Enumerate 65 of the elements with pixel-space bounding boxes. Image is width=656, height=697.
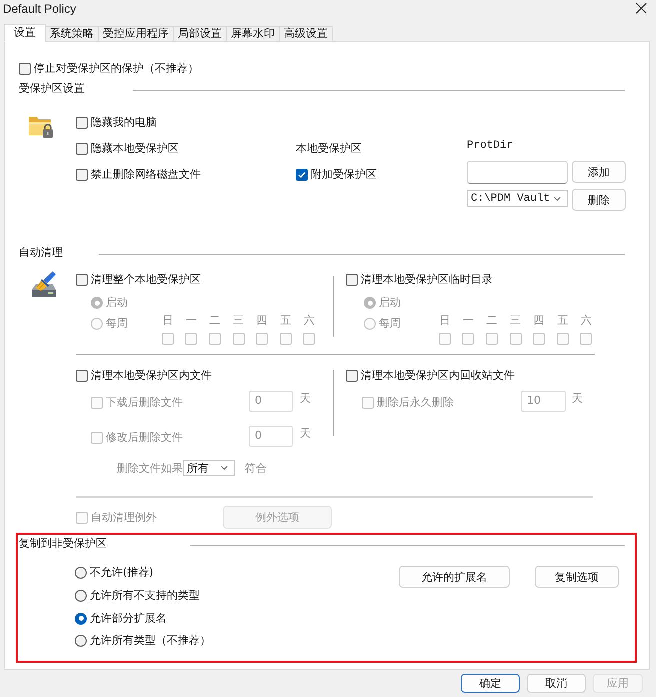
radio-label[interactable]: 允许所有类型（不推荐） [90, 634, 211, 648]
day-label: 四 [534, 314, 545, 328]
day-label: 日 [162, 314, 174, 328]
radio-button[interactable] [75, 635, 87, 648]
field-label: 本地受保护区 [296, 141, 362, 157]
checkbox-label[interactable]: 禁止删除网络磁盘文件 [91, 168, 201, 182]
radio-label[interactable]: 允许所有不支持的类型 [90, 588, 200, 603]
day-label: 五 [280, 314, 292, 328]
day-label: 三 [233, 314, 244, 328]
checkbox[interactable] [346, 274, 358, 286]
options-button[interactable]: 复制选项 [535, 566, 619, 588]
checkbox-label[interactable]: 附加受保护区 [311, 168, 377, 182]
unit-label: 天 [572, 392, 583, 406]
day-label: 四 [256, 314, 268, 328]
dialog-button[interactable]: 确定 [461, 674, 520, 693]
tab[interactable]: 设置 [4, 24, 46, 42]
extensions-button[interactable]: 允许的扩展名 [399, 566, 510, 588]
caret-icon [554, 196, 561, 200]
checkbox-label[interactable]: 清理整个本地受保护区 [91, 273, 201, 287]
checkbox[interactable] [76, 143, 88, 155]
caret-icon [221, 466, 228, 470]
condition-suffix: 符合 [245, 460, 267, 476]
delete-button[interactable]: 删除 [572, 189, 626, 211]
checkbox[interactable] [76, 169, 88, 181]
section-title: 受保护区设置 [19, 82, 86, 96]
checkbox[interactable] [76, 117, 88, 129]
close-icon[interactable] [636, 3, 647, 14]
text-field[interactable] [467, 161, 568, 184]
dropdown[interactable]: C:\PDM Vault [467, 190, 568, 207]
checkbox[interactable] [76, 274, 88, 286]
checkbox[interactable] [76, 370, 88, 382]
checkbox-label[interactable]: 隐藏本地受保护区 [91, 142, 179, 156]
field-label: ProtDir [467, 139, 514, 153]
radio-label[interactable]: 允许部分扩展名 [90, 612, 167, 626]
day-label: 五 [557, 314, 568, 328]
radio-label[interactable]: 不允许(推荐) [90, 566, 154, 580]
radio-button[interactable] [75, 612, 87, 625]
checkbox-label[interactable]: 清理本地受保护区内文件 [91, 369, 212, 383]
checkbox-label[interactable]: 隐藏我的电脑 [91, 116, 157, 130]
condition-label: 删除文件如果 [117, 460, 183, 476]
unit-label: 天 [300, 427, 311, 441]
radio-button[interactable] [75, 567, 87, 580]
window-title: Default Policy [3, 2, 76, 16]
day-label: 一 [462, 314, 474, 328]
section-title: 自动清理 [19, 246, 64, 260]
day-label: 六 [580, 314, 592, 328]
checkbox[interactable] [346, 370, 358, 382]
tab[interactable]: 系统策略 [45, 26, 99, 42]
section-title: 复制到非受保护区 [19, 537, 108, 551]
add-button[interactable]: 添加 [572, 161, 626, 183]
unit-label: 天 [300, 392, 311, 406]
checkbox[interactable] [296, 169, 308, 181]
tab[interactable]: 高级设置 [279, 26, 333, 42]
checkbox[interactable] [19, 63, 31, 75]
dialog-button[interactable]: 取消 [527, 674, 586, 693]
day-label: 三 [510, 314, 522, 328]
checkbox-label[interactable]: 清理本地受保护区内回收站文件 [361, 369, 515, 383]
day-label: 二 [486, 314, 498, 328]
day-label: 日 [439, 314, 450, 328]
day-label: 一 [186, 314, 197, 328]
day-label: 六 [304, 314, 315, 328]
day-label: 二 [209, 314, 220, 328]
radio-button[interactable] [75, 590, 87, 602]
checkbox-label[interactable]: 清理本地受保护区临时目录 [361, 273, 493, 287]
checkbox-label[interactable]: 停止对受保护区的保护（不推荐） [34, 62, 199, 76]
